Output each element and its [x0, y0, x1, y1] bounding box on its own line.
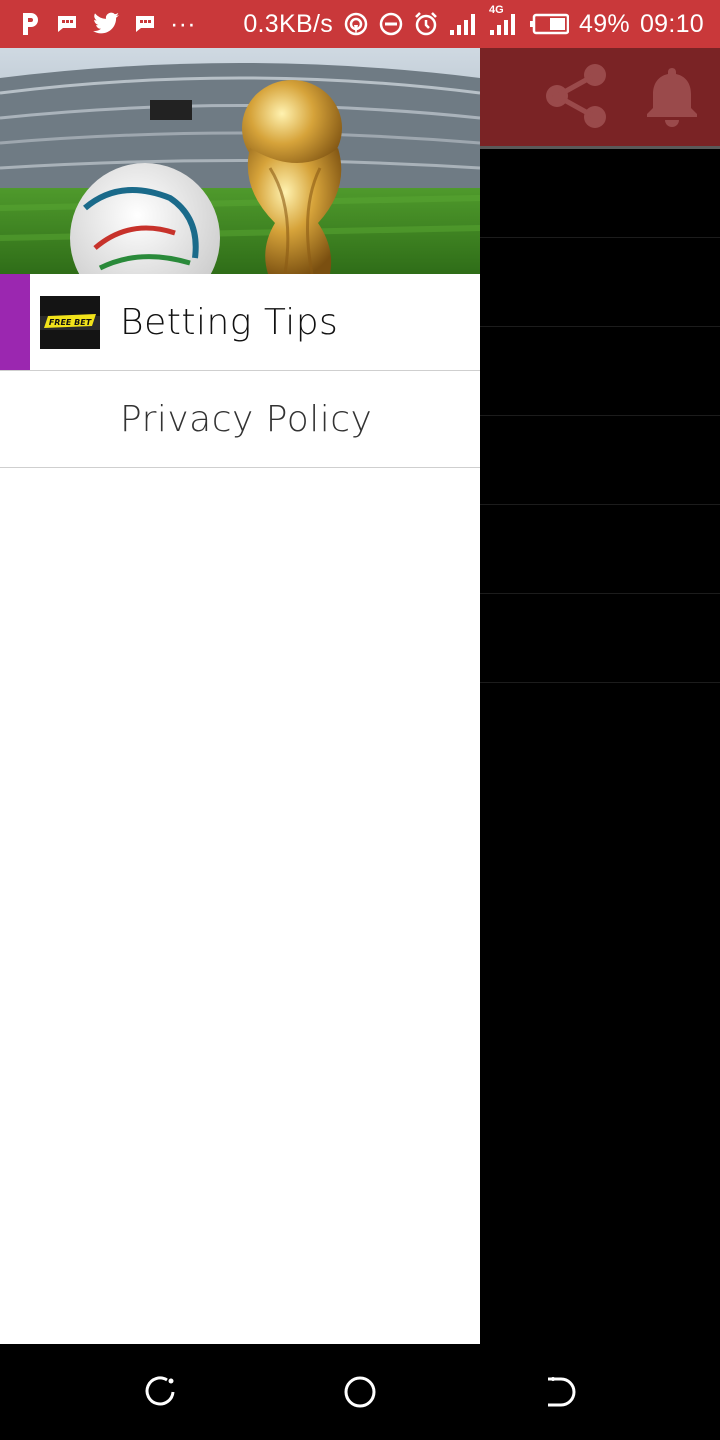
status-bar: ··· 0.3KB/s 4G 49% 09:10: [0, 0, 720, 48]
share-icon[interactable]: [540, 48, 612, 144]
list-item: [480, 238, 720, 327]
signal-4g-icon: 4G: [489, 4, 519, 36]
content-list-dimmed: [480, 149, 720, 683]
navigation-drawer: FREE BET Betting Tips Privacy Policy: [0, 48, 480, 1344]
dnd-icon: [379, 12, 403, 36]
list-item: [480, 594, 720, 683]
twitter-icon: [92, 12, 120, 36]
home-icon[interactable]: [336, 1368, 384, 1416]
battery-icon: [529, 13, 569, 35]
net-speed: 0.3KB/s: [243, 9, 333, 38]
stadium-trophy-image: [0, 48, 480, 274]
drawer-item-betting-tips[interactable]: FREE BET Betting Tips: [0, 274, 480, 371]
message-icon: [134, 14, 156, 34]
system-nav-bar: [0, 1344, 720, 1440]
more-dots-icon: ···: [170, 9, 196, 38]
list-item: [480, 505, 720, 594]
list-item: [480, 416, 720, 505]
clock: 09:10: [639, 9, 704, 38]
drawer-item-label: Privacy Policy: [120, 398, 373, 440]
drawer-item-label: Betting Tips: [120, 301, 339, 343]
battery-percent: 49%: [579, 9, 630, 38]
alarm-icon: [413, 11, 439, 37]
signal-icon: [449, 12, 479, 36]
recent-apps-icon[interactable]: [136, 1368, 184, 1416]
message-icon: [56, 14, 78, 34]
bell-icon[interactable]: [640, 48, 704, 144]
list-item: [480, 149, 720, 238]
back-icon[interactable]: [536, 1368, 584, 1416]
free-bet-thumbnail: FREE BET: [40, 296, 100, 349]
drawer-header-image: [0, 48, 480, 274]
p-icon: [20, 11, 42, 37]
thumb-label: FREE BET: [49, 318, 92, 327]
network-type: 4G: [489, 4, 504, 16]
active-indicator: [0, 274, 30, 370]
list-item: [480, 327, 720, 416]
drawer-item-privacy-policy[interactable]: Privacy Policy: [0, 371, 480, 468]
hotspot-icon: [343, 11, 369, 37]
